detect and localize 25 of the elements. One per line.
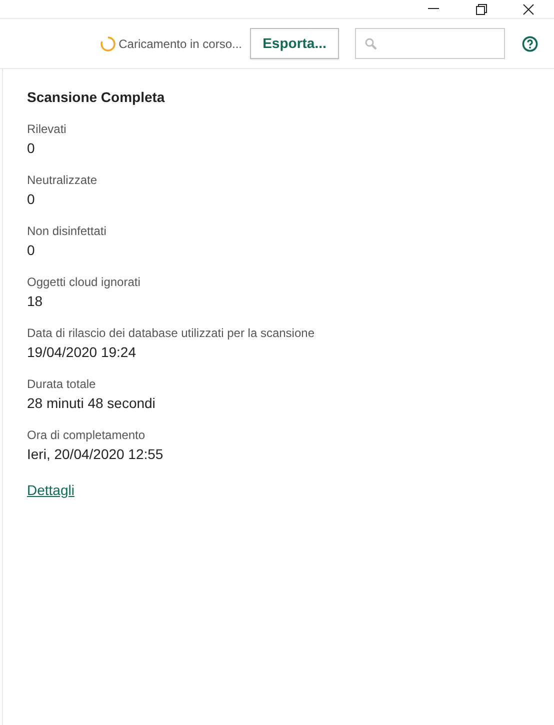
section-title: Scansione Completa	[27, 88, 166, 107]
details-link[interactable]: Dettagli	[27, 480, 74, 501]
export-button[interactable]: Esporta...	[250, 28, 339, 59]
search-field[interactable]	[355, 28, 505, 59]
field-value: 0	[27, 241, 36, 259]
field-label: Neutralizzate	[27, 172, 98, 188]
search-icon	[365, 38, 377, 50]
field-value: 19/04/2020 19:24	[27, 343, 137, 361]
field-label: Ora di completamento	[27, 427, 146, 443]
field-label: Oggetti cloud ignorati	[27, 274, 142, 290]
field-label: Data di rilascio dei database utilizzati per la scansione	[27, 325, 316, 341]
minimize-icon[interactable]	[428, 8, 439, 10]
field-value: 0	[27, 190, 36, 208]
field-label: Durata totale	[27, 376, 97, 392]
field-label: Non disinfettati	[27, 223, 108, 239]
loading-text: Caricamento in corso...	[118, 36, 242, 52]
help-icon[interactable]	[522, 36, 538, 52]
field-value: 18	[27, 292, 44, 310]
field-value: Ieri, 20/04/2020 12:55	[27, 445, 164, 463]
restore-icon[interactable]	[476, 4, 487, 14]
loading-spinner-icon	[100, 36, 116, 52]
field-label: Rilevati	[27, 121, 68, 137]
field-value: 0	[27, 139, 36, 157]
field-value: 28 minuti 48 secondi	[27, 394, 156, 412]
close-icon[interactable]	[523, 4, 534, 14]
